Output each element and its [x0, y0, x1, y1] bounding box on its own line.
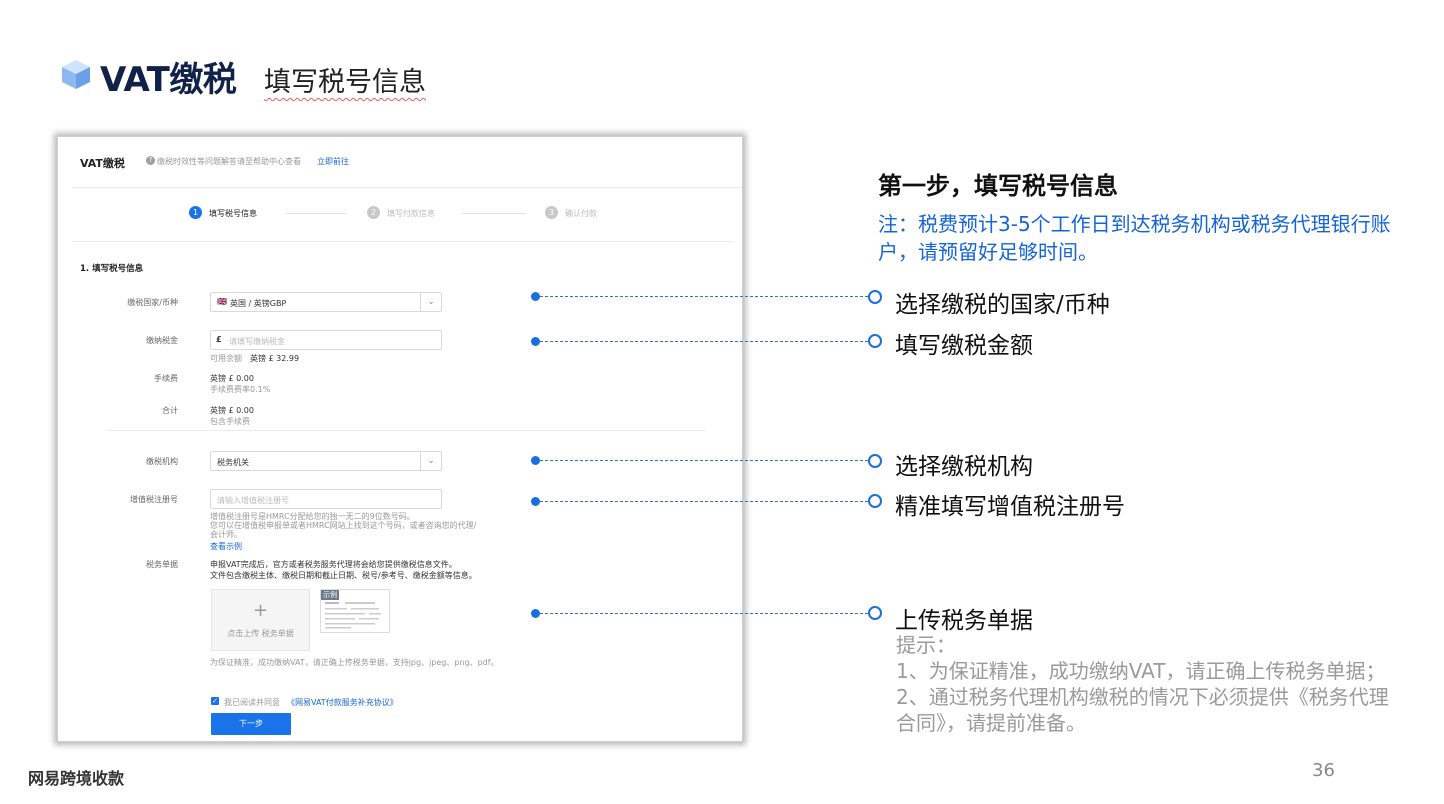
available-label: 可用余额: [210, 354, 242, 363]
fee-value: 英镑 £ 0.00: [210, 374, 254, 383]
agency-label: 缴税机构: [146, 457, 178, 466]
callout-country: 选择缴税的国家/币种: [895, 292, 1110, 318]
chevron-down-icon: ⌄: [420, 293, 441, 311]
doc-label: 税务单据: [146, 560, 178, 569]
vat-placeholder: 请输入增值税注册号: [217, 496, 289, 505]
chevron-down-icon: ⌄: [420, 452, 441, 470]
connector-start-dot: [531, 292, 540, 301]
connector-start-dot: [531, 456, 540, 465]
page-number: 36: [1312, 760, 1335, 781]
sample-document-thumbnail[interactable]: 示例: [320, 589, 390, 633]
agree-text: 我已阅读并同意: [224, 698, 280, 707]
agency-select[interactable]: 税务机关 ⌄: [210, 451, 442, 471]
slide-subtitle: 填写税号信息: [264, 67, 426, 98]
uk-flag-icon: 🇬🇧: [217, 297, 227, 306]
fee-label: 手续费: [154, 374, 178, 383]
total-value: 英镑 £ 0.00: [210, 406, 254, 415]
connector-line: [540, 296, 868, 297]
vat-label: 增值税注册号: [130, 495, 178, 504]
brand-footer: 网易跨境收款: [28, 769, 125, 788]
tip-2: 2、通过税务代理机构缴税的情况下必须提供《税务代理合同》，请提前准备。: [896, 685, 1389, 735]
doc-desc-2: 文件包含缴税主体、缴税日期和截止日期、税号/参考号、缴税金额等信息。: [210, 571, 477, 580]
country-label: 缴税国家/币种: [127, 298, 178, 307]
step-2-label: 填写付款信息: [387, 209, 435, 218]
agency-value: 税务机关: [217, 458, 249, 467]
connector-end-ring: [868, 494, 882, 508]
tips-title: 提示：: [896, 633, 956, 657]
vat-form-screenshot: VAT缴税 ? 缴税时效性等问题解答请至帮助中心查看 立即前往 1 填写税号信息…: [57, 136, 743, 742]
callout-agency: 选择缴税机构: [895, 454, 1033, 480]
country-select[interactable]: 🇬🇧 英国 / 英镑GBP ⌄: [210, 292, 442, 312]
step-connector: [462, 213, 526, 214]
amount-input[interactable]: £ 请填写缴纳税金: [210, 330, 442, 350]
info-link[interactable]: 立即前往: [317, 156, 349, 167]
tips-block: 提示： 1、为保证精准，成功缴纳VAT，请正确上传税务单据； 2、通过税务代理机…: [896, 632, 1406, 736]
form-divider: [106, 430, 706, 431]
step-3-circle: 3: [545, 206, 558, 219]
country-value: 英国 / 英镑GBP: [230, 299, 287, 308]
step-connector: [286, 213, 346, 214]
upload-text: 点击上传 税务单据: [227, 629, 294, 638]
step-3-label: 确认付款: [565, 209, 597, 218]
connector-end-ring: [868, 334, 882, 348]
document-preview-icon: [325, 602, 381, 629]
callout-amount: 填写缴税金额: [895, 333, 1033, 359]
pound-prefix: £: [216, 335, 222, 344]
connector-end-ring: [868, 290, 882, 304]
header-divider: [72, 187, 742, 188]
doc-desc-1: 申报VAT完成后，官方或者税务服务代理将会给您提供缴税信息文件。: [210, 560, 457, 569]
agreement-link[interactable]: 《网易VAT付款服务补充协议》: [287, 697, 398, 708]
slide-title: VAT缴税: [100, 60, 237, 100]
step-heading: 第一步，填写税号信息: [878, 172, 1118, 200]
callout-vat: 精准填写增值税注册号: [895, 494, 1125, 520]
section-divider: [72, 241, 734, 242]
help-icon: ?: [146, 156, 155, 165]
info-text: 缴税时效性等问题解答请至帮助中心查看: [157, 157, 301, 166]
connector-line: [540, 341, 868, 342]
connector-line: [540, 501, 868, 502]
plus-icon: +: [252, 600, 269, 621]
upload-hint: 为保证精准，成功缴纳VAT，请正确上传税务单据，支持jpg、jpeg、png、p…: [210, 658, 499, 667]
available-value: 英镑 £ 32.99: [250, 354, 300, 363]
connector-end-ring: [868, 606, 882, 620]
connector-start-dot: [531, 609, 540, 618]
connector-line: [540, 460, 868, 461]
vat-example-link[interactable]: 查看示例: [210, 541, 242, 552]
amount-label: 缴纳税金: [146, 336, 178, 345]
vat-help-3: 会计师。: [210, 530, 242, 539]
connector-start-dot: [531, 337, 540, 346]
vat-input[interactable]: 请输入增值税注册号: [210, 489, 442, 509]
fee-note: 手续费费率0.1%: [210, 385, 271, 394]
section-title: 1. 填写税号信息: [80, 264, 144, 274]
app-title: VAT缴税: [80, 157, 125, 170]
connector-start-dot: [531, 497, 540, 506]
connector-end-ring: [868, 454, 882, 468]
next-step-button[interactable]: 下一步: [211, 713, 291, 735]
vat-help-2: 您可以在增值税申报单或者HMRC网站上找到这个号码，或者咨询您的代理/: [210, 521, 477, 530]
agree-checkbox[interactable]: ✓: [211, 697, 219, 705]
cube-icon: [62, 60, 90, 89]
step-1-label: 填写税号信息: [209, 209, 257, 218]
total-label: 合计: [162, 406, 178, 415]
step-1-circle: 1: [189, 206, 202, 219]
connector-line: [540, 613, 868, 614]
sample-badge: 示例: [321, 590, 339, 600]
tip-1: 1、为保证精准，成功缴纳VAT，请正确上传税务单据；: [896, 659, 1386, 683]
timing-note: 注：税费预计3-5个工作日到达税务机构或税务代理银行账户，请预留好足够时间。: [878, 212, 1391, 264]
step-2-circle: 2: [367, 206, 380, 219]
upload-area[interactable]: + 点击上传 税务单据: [211, 589, 310, 651]
callout-upload: 上传税务单据: [895, 608, 1033, 634]
amount-placeholder: 请填写缴纳税金: [229, 337, 285, 346]
total-note: 包含手续费: [210, 417, 250, 426]
